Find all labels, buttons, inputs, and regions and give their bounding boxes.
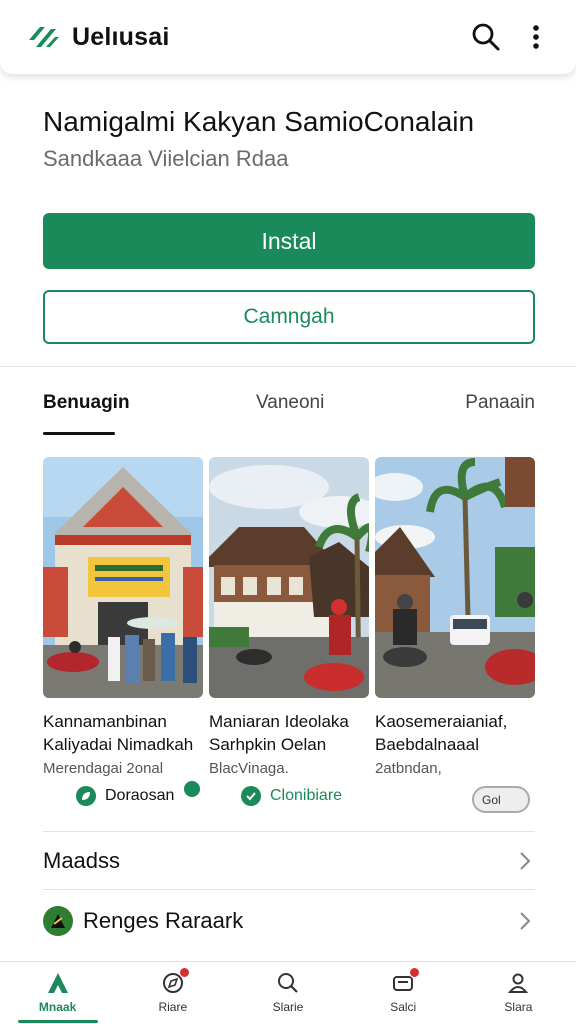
section-divider (0, 366, 576, 367)
tab-third[interactable]: Panaain (465, 392, 535, 414)
nav-label: Slara (504, 1000, 533, 1014)
nav-label: Riare (158, 1000, 188, 1014)
leaf-badge-icon (76, 786, 96, 806)
card-photo-road[interactable] (375, 457, 535, 698)
more-vertical-icon[interactable] (516, 17, 556, 57)
leaf-badge-icon (184, 781, 201, 797)
card-title-line1: Kannamanbinan (43, 712, 167, 731)
nav-home[interactable]: Mnaak (0, 962, 115, 1024)
card-subtitle: 2atbndan, (375, 760, 442, 777)
chevron-right-icon (520, 912, 531, 930)
nav-search[interactable]: Slarie (230, 962, 345, 1024)
card-title-line1: Kaosemeraianiaf, (375, 712, 508, 731)
card-title-line2: Baebdalnaaal (375, 735, 479, 754)
card-title-line2: Kaliyadai Nimadkah (43, 735, 194, 754)
list-row-label: Maadss (43, 848, 121, 873)
card-subtitle: BlacVinaga. (209, 760, 289, 777)
app-logo-slashes-icon[interactable] (26, 20, 60, 54)
tab-bar: Benuagin Vaneoni Panaain (43, 392, 535, 436)
nav-label: Mnaak (38, 1000, 77, 1014)
toggle-label: Gol (472, 786, 530, 813)
nav-inbox[interactable]: Salci (346, 962, 461, 1024)
list-row-renges[interactable]: Renges Raraark (43, 892, 535, 950)
nav-explore[interactable]: Riare (115, 962, 230, 1024)
media-card[interactable]: Kannamanbinan Kaliyadai Nimadkah Merenda… (43, 457, 203, 777)
secondary-action-button[interactable]: Camngah (43, 290, 535, 344)
search-icon (275, 970, 301, 996)
card-photo-street[interactable] (209, 457, 369, 698)
card-photo-building[interactable] (43, 457, 203, 698)
page-title: Namigalmi Kakyan SamioConalain (43, 106, 475, 137)
list-divider (43, 889, 535, 890)
active-nav-indicator (17, 1020, 98, 1023)
tab-second[interactable]: Vaneoni (256, 392, 324, 414)
list-row-maadss[interactable]: Maadss (43, 832, 535, 890)
app-bar: Uelıusai (0, 0, 576, 74)
nav-label: Salci (390, 1000, 417, 1014)
media-card[interactable]: Maniaran Ideolaka Sarhpkin Oelan BlacVin… (209, 457, 369, 777)
chip-label: Doraosan (105, 787, 175, 804)
list-row-label: Renges Raraark (83, 908, 244, 933)
active-tab-indicator (43, 432, 115, 435)
card-title-line1: Maniaran Ideolaka (209, 712, 349, 731)
notification-badge (178, 967, 190, 978)
chip-clonibiare[interactable]: Clonibiare (241, 786, 342, 806)
card-title-line2: Sarhpkin Oelan (209, 735, 327, 754)
toggle-switch-icon[interactable]: Gol (472, 786, 530, 813)
search-icon[interactable] (466, 17, 506, 57)
check-badge-icon (241, 786, 261, 806)
avatar (43, 906, 73, 936)
media-card[interactable]: Kaosemeraianiaf, Baebdalnaaal 2atbndan, (375, 457, 535, 777)
tab-overview[interactable]: Benuagin (43, 392, 130, 414)
profile-icon (505, 970, 531, 996)
chevron-right-icon (520, 852, 531, 870)
inbox-icon (390, 967, 421, 996)
notification-badge (409, 967, 421, 978)
install-button[interactable]: Instal (43, 213, 535, 269)
home-icon (45, 970, 71, 996)
app-name: Uelıusai (72, 22, 170, 51)
chip-doraosan[interactable]: Doraosan (76, 781, 201, 806)
chip-label: Clonibiare (270, 787, 343, 804)
bottom-navigation: Mnaak Riare Slarie Salci Slara (0, 961, 576, 1024)
explore-icon (160, 967, 190, 996)
nav-profile[interactable]: Slara (461, 962, 576, 1024)
page-subtitle: Sandkaaa Viielcian Rdaa (43, 146, 289, 171)
nav-label: Slarie (272, 1000, 304, 1014)
card-subtitle: Merendagai 2onal (43, 760, 164, 777)
